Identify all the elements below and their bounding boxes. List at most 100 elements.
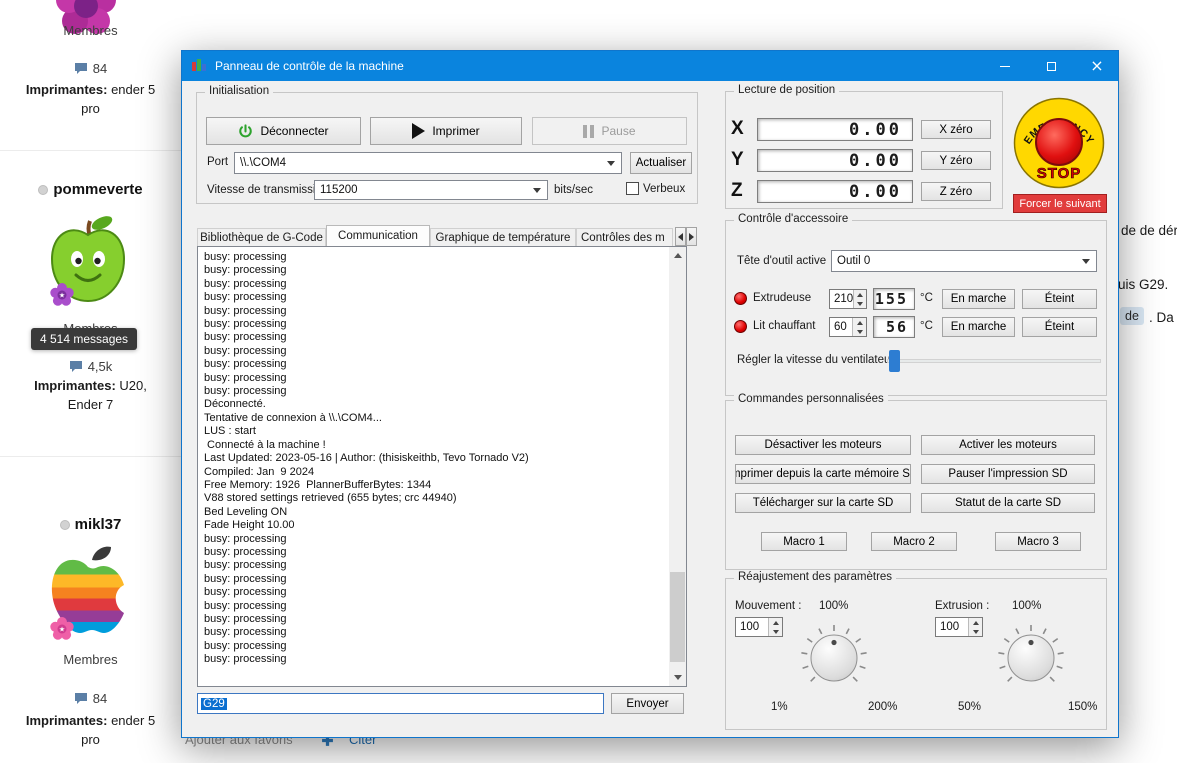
extruder-off-button[interactable]: Éteint: [1022, 289, 1097, 309]
verbose-checkbox[interactable]: [626, 182, 639, 195]
axis-x-display: 0.00: [757, 118, 913, 141]
log-line: busy: processing: [204, 653, 287, 666]
movement-spinner[interactable]: 100: [735, 617, 783, 637]
disconnect-button[interactable]: Déconnecter: [206, 117, 361, 145]
minimize-button[interactable]: [982, 51, 1028, 81]
extrusion-knob[interactable]: [994, 621, 1068, 695]
profile1-count: 84: [92, 61, 108, 76]
profile3-name[interactable]: mikl37: [75, 516, 122, 533]
extrusion-spinner[interactable]: 100: [935, 617, 983, 637]
inline-code-fragment: de: [1120, 307, 1144, 325]
profile2-name-row: pommeverte: [0, 181, 181, 198]
message-bubble-icon: [74, 693, 87, 704]
tab-gcode-library[interactable]: Bibliothèque de G-Code: [197, 228, 326, 246]
communication-log[interactable]: busy: processing busy: processing busy: pr…: [197, 246, 687, 687]
scroll-down-button[interactable]: [669, 669, 686, 686]
disable-motors-button[interactable]: Désactiver les moteurs: [735, 435, 911, 455]
tab-movement-controls[interactable]: Contrôles des m: [576, 228, 673, 246]
bed-led-icon: [734, 320, 747, 333]
spin-down-button[interactable]: [854, 299, 866, 308]
spin-down-button[interactable]: [853, 327, 866, 336]
log-lines: busy: processing busy: processing busy: pr…: [204, 251, 664, 667]
tab-scroll-right-button[interactable]: [686, 227, 697, 246]
extruder-on-button[interactable]: En marche: [942, 289, 1015, 309]
spin-up-button[interactable]: [853, 318, 866, 327]
y-zero-button[interactable]: Y zéro: [921, 151, 991, 170]
profile2-count: 4,5k: [87, 359, 113, 374]
spin-down-button[interactable]: [969, 627, 982, 636]
post-text-fragment: uis G29.: [1118, 277, 1169, 292]
force-next-button[interactable]: Forcer le suivant: [1013, 194, 1107, 213]
tab-temperature-graph[interactable]: Graphique de température: [430, 228, 576, 246]
scrollbar-thumb[interactable]: [670, 572, 685, 662]
bed-target-spinner[interactable]: 60: [829, 317, 867, 337]
log-line: V88 stored settings retrieved (655 bytes…: [204, 492, 457, 505]
sd-upload-button[interactable]: Télécharger sur la carte SD: [735, 493, 911, 513]
post-text-fragment: de de dér: [1121, 223, 1177, 238]
macro-1-button[interactable]: Macro 1: [761, 532, 847, 551]
profile3-name-row: mikl37: [0, 516, 181, 533]
maximize-icon: [1046, 61, 1056, 71]
x-zero-button[interactable]: X zéro: [921, 120, 991, 139]
close-icon: ×: [1090, 56, 1104, 75]
log-scrollbar[interactable]: [669, 247, 686, 686]
z-zero-button[interactable]: Z zéro: [921, 182, 991, 201]
port-combobox[interactable]: \\.\COM4: [234, 152, 622, 174]
log-line: busy: processing: [204, 277, 287, 290]
stop-text: STOP: [1037, 165, 1082, 182]
profile2-message-count: 4,5k: [0, 359, 181, 374]
power-icon: [239, 123, 253, 137]
macro-2-button[interactable]: Macro 2: [871, 532, 957, 551]
log-line: busy: processing: [204, 371, 287, 384]
triangle-down-icon: [673, 675, 682, 680]
sd-status-button[interactable]: Statut de la carte SD: [921, 493, 1095, 513]
bed-off-button[interactable]: Éteint: [1022, 317, 1097, 337]
profile3-printers: Imprimantes: ender 5: [25, 713, 156, 728]
avatar-green-apple[interactable]: ★: [46, 207, 130, 309]
port-label: Port: [207, 156, 229, 168]
print-button[interactable]: Imprimer: [370, 117, 522, 145]
extruder-target-spinner[interactable]: 210: [829, 289, 867, 309]
sd-pause-button[interactable]: Pauser l'impression SD: [921, 464, 1095, 484]
close-button[interactable]: ×: [1074, 51, 1120, 81]
scroll-up-button[interactable]: [669, 247, 686, 264]
tab-scroll-left-button[interactable]: [675, 227, 686, 246]
dropdown-arrow-icon: [1082, 259, 1090, 264]
spin-up-button[interactable]: [969, 618, 982, 627]
maximize-button[interactable]: [1028, 51, 1074, 81]
profile1-printers: Imprimantes: ender 5: [25, 82, 156, 97]
tab-communication[interactable]: Communication: [326, 225, 430, 246]
spin-up-button[interactable]: [769, 618, 782, 627]
spin-up-button[interactable]: [854, 290, 866, 299]
fan-speed-slider[interactable]: [887, 350, 1101, 372]
log-line: busy: processing: [204, 612, 287, 625]
refresh-ports-button[interactable]: Actualiser: [630, 152, 692, 174]
extruder-led-icon: [734, 292, 747, 305]
profile1-message-count: 84: [0, 61, 181, 76]
dropdown-arrow-icon: [607, 161, 615, 166]
emergency-stop-button[interactable]: EMERGENCY STOP: [1013, 97, 1105, 189]
title-bar[interactable]: Panneau de contrôle de la machine: [182, 51, 1118, 81]
avatar-rainbow-apple[interactable]: ★: [48, 543, 128, 641]
pause-button[interactable]: Pause: [532, 117, 687, 145]
extruder-label: Extrudeuse: [753, 292, 812, 304]
slider-thumb[interactable]: [889, 350, 900, 372]
enable-motors-button[interactable]: Activer les moteurs: [921, 435, 1095, 455]
log-line: busy: processing: [204, 639, 287, 652]
extruder-temp-display: 155: [873, 288, 915, 310]
bed-on-button[interactable]: En marche: [942, 317, 1015, 337]
spin-down-button[interactable]: [769, 627, 782, 636]
baud-combobox[interactable]: 115200: [314, 180, 548, 200]
toolhead-combobox[interactable]: Outil 0: [831, 250, 1097, 272]
profile2-name[interactable]: pommeverte: [53, 181, 142, 198]
movement-min-label: 1%: [771, 701, 788, 713]
send-button[interactable]: Envoyer: [611, 693, 684, 714]
gcode-input[interactable]: G29: [197, 693, 604, 714]
sd-print-button[interactable]: Imprimer depuis la carte mémoire SD: [735, 464, 911, 484]
movement-knob[interactable]: [797, 621, 871, 695]
movement-max-label: 200%: [868, 701, 898, 713]
log-line: busy: processing: [204, 545, 287, 558]
extrusion-min-label: 50%: [958, 701, 982, 713]
offline-dot-icon: [38, 184, 49, 195]
macro-3-button[interactable]: Macro 3: [995, 532, 1081, 551]
